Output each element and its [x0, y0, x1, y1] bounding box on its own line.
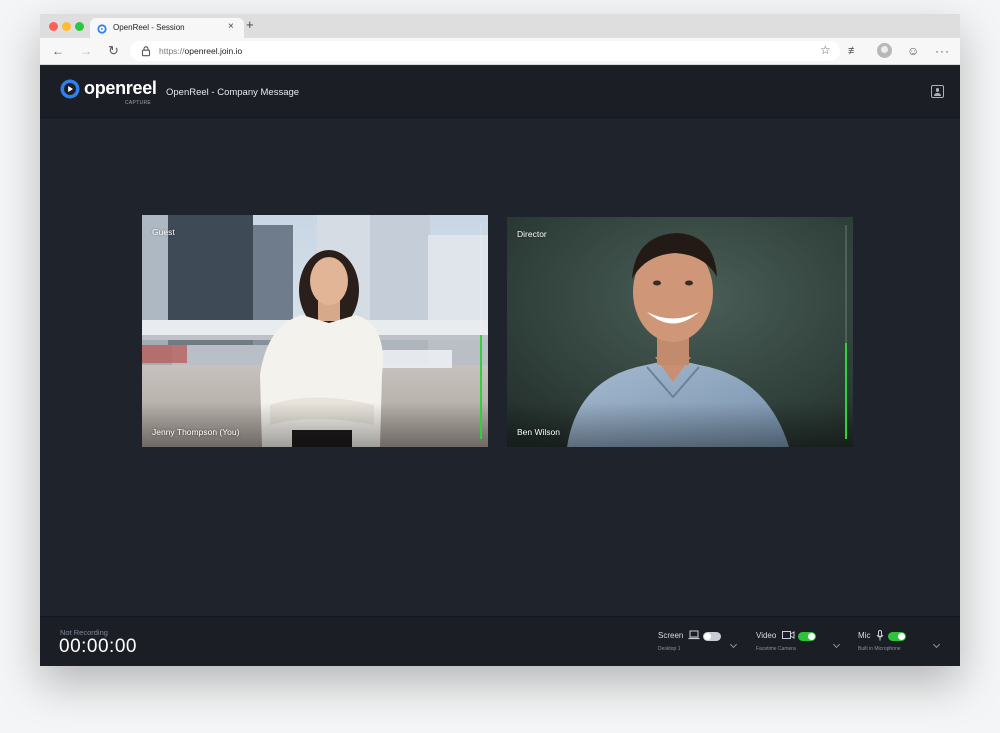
- reload-icon[interactable]: ↻: [108, 43, 119, 59]
- more-menu-icon[interactable]: ···: [935, 43, 950, 59]
- microphone-icon: [876, 630, 884, 641]
- tile-shade: [507, 402, 853, 447]
- bookmark-star-icon[interactable]: ☆: [820, 43, 831, 57]
- recording-timer: 00:00:00: [59, 636, 137, 657]
- profile-icon[interactable]: [931, 85, 944, 98]
- screen-device-chevron-down-icon[interactable]: [729, 640, 738, 649]
- forward-arrow-icon[interactable]: →: [80, 43, 92, 59]
- screen-device: Desktop 1: [658, 646, 681, 652]
- browser-window: OpenReel - Session × + ← → ↻ https://ope…: [40, 14, 960, 666]
- lock-icon: [141, 46, 151, 57]
- minimize-window-button[interactable]: [62, 22, 71, 31]
- url-text: https://openreel.join.io: [159, 46, 242, 56]
- url-host: openreel.join.io: [184, 46, 243, 56]
- openreel-favicon-icon: [97, 24, 107, 34]
- video-device-chevron-down-icon[interactable]: [832, 640, 841, 649]
- session-title: OpenReel - Company Message: [166, 87, 300, 98]
- participant-role: Guest: [152, 227, 175, 237]
- laptop-icon: [688, 630, 700, 640]
- mic-device-chevron-down-icon[interactable]: [932, 640, 941, 649]
- participant-name: Jenny Thompson (You): [152, 427, 240, 437]
- video-device: Facetime Camera: [756, 646, 796, 652]
- address-bar[interactable]: https://openreel.join.io ☆: [130, 41, 840, 61]
- mic-device: Built in Microphone: [858, 646, 901, 652]
- back-arrow-icon[interactable]: ←: [52, 43, 64, 59]
- emoji-icon[interactable]: ☺: [907, 43, 919, 59]
- browser-toolbar: ← → ↻ https://openreel.join.io ☆ ≢ ☺ ···: [40, 38, 960, 65]
- participant-tile-guest[interactable]: Guest Jenny Thompson (You): [142, 215, 488, 447]
- app-header: openreel CAPTURE OpenReel - Company Mess…: [40, 66, 960, 118]
- new-tab-button[interactable]: +: [246, 17, 254, 33]
- browser-tab[interactable]: OpenReel - Session ×: [90, 18, 244, 38]
- url-prefix: https://: [159, 46, 185, 56]
- screen-label: Screen: [658, 631, 684, 640]
- participant-tile-director[interactable]: Director Ben Wilson: [507, 217, 853, 447]
- control-bar: Not Recording 00:00:00 Screen Desktop 1 …: [40, 616, 960, 666]
- tab-close-icon[interactable]: ×: [228, 21, 234, 32]
- screen-toggle[interactable]: [703, 632, 721, 641]
- video-toggle[interactable]: [798, 632, 816, 641]
- participant-role: Director: [517, 229, 547, 239]
- tab-strip: OpenReel - Session × +: [40, 14, 960, 38]
- tab-title: OpenReel - Session: [113, 23, 185, 32]
- close-window-button[interactable]: [49, 22, 58, 31]
- participant-name: Ben Wilson: [517, 427, 560, 437]
- audio-level-meter: [845, 225, 847, 439]
- video-stage: Guest Jenny Thompson (You) Director Ben …: [40, 118, 960, 616]
- audio-level-meter: [480, 223, 482, 439]
- mic-toggle[interactable]: [888, 632, 906, 641]
- zoom-window-button[interactable]: [75, 22, 84, 31]
- logo-subtitle: CAPTURE: [125, 100, 151, 106]
- favorites-icon[interactable]: ≢: [848, 43, 859, 59]
- profile-avatar-icon[interactable]: [877, 43, 892, 58]
- audio-level-fill: [845, 342, 847, 439]
- mic-label: Mic: [858, 631, 871, 640]
- openreel-logo-icon: [60, 79, 80, 99]
- logo-text: openreel: [84, 78, 157, 98]
- tile-shade: [142, 402, 488, 447]
- camera-icon: [782, 631, 795, 639]
- audio-level-fill: [480, 335, 482, 439]
- video-label: Video: [756, 631, 777, 640]
